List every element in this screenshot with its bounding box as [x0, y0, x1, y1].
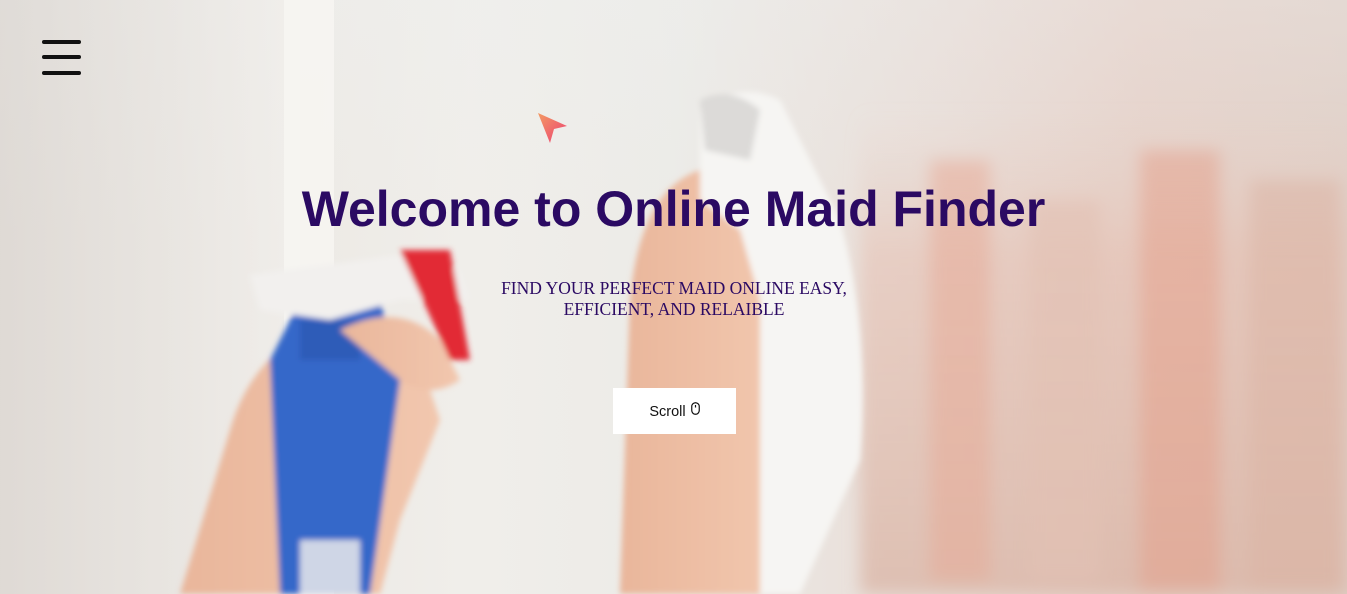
- mouse-icon: [690, 402, 700, 415]
- page-subtitle: FIND YOUR PERFECT MAID ONLINE EASY, EFFI…: [474, 278, 874, 320]
- scroll-button-label: Scroll: [649, 403, 686, 420]
- hamburger-menu-icon-bottom: [42, 71, 81, 75]
- hamburger-menu-icon-middle: [42, 55, 81, 59]
- arrow-pointer-icon: [538, 113, 567, 143]
- page-title: Welcome to Online Maid Finder: [301, 181, 1046, 237]
- hero-section: Welcome to Online Maid Finder FIND YOUR …: [0, 0, 1347, 594]
- subtitle-line-2: EFFICIENT, AND RELAIBLE: [563, 299, 785, 319]
- subtitle-line-1: FIND YOUR PERFECT MAID ONLINE EASY,: [501, 278, 847, 298]
- scroll-button[interactable]: Scroll: [613, 388, 736, 434]
- hamburger-menu-icon: [42, 40, 81, 44]
- menu-button[interactable]: [40, 38, 82, 76]
